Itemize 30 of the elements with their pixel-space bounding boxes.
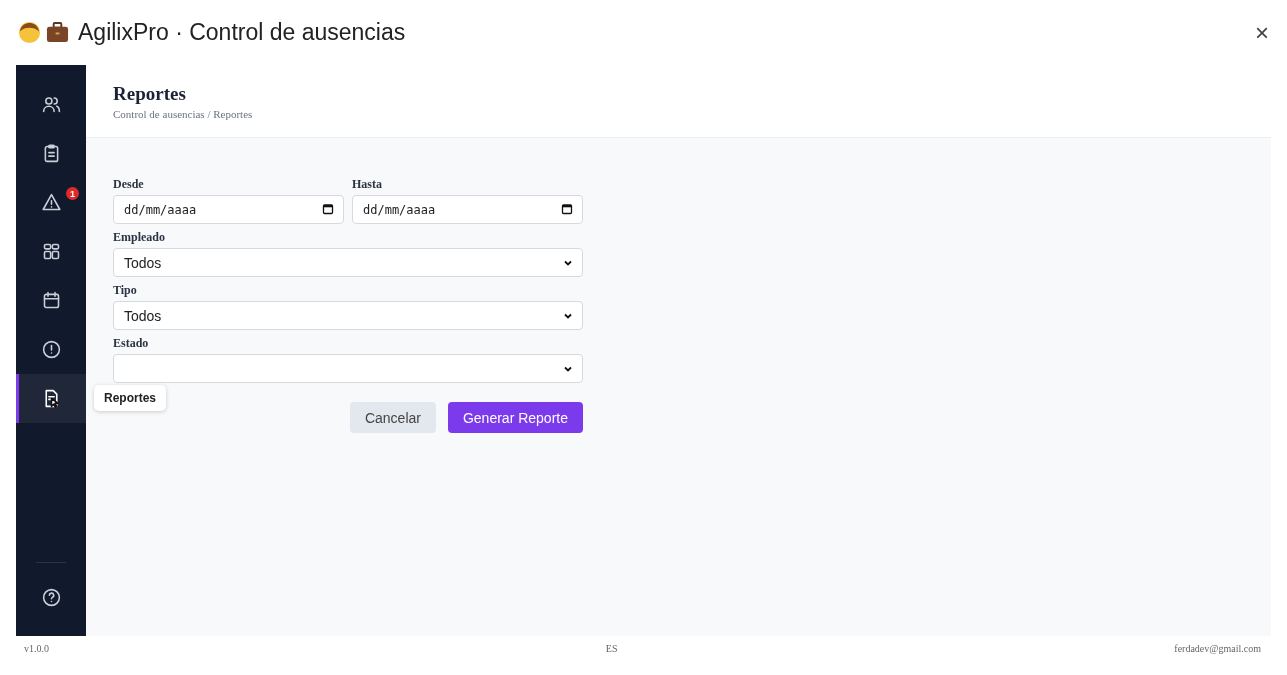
tooltip: Reportes [94, 385, 166, 411]
breadcrumb: Control de ausencias / Reportes [113, 108, 254, 120]
users-icon [40, 94, 62, 115]
generate-report-button[interactable]: Generar Reporte [447, 402, 583, 433]
field-label: Estado [113, 336, 150, 351]
field-label: Desde [113, 177, 145, 192]
window-title: AgilixPro · Control de ausencias [78, 19, 406, 46]
date-field[interactable]: dd/mm/aaaa [113, 195, 344, 224]
field-label: Hasta [352, 177, 383, 192]
version-text: v1.0.0 [24, 642, 49, 654]
help-icon [40, 587, 62, 608]
page-title: Reportes [113, 83, 187, 105]
face-icon [18, 21, 41, 44]
alert-icon [40, 192, 62, 213]
field-label: Empleado [113, 230, 166, 245]
sidebar-item[interactable]: 1 [16, 178, 86, 227]
dropdown-field[interactable]: Todos [113, 248, 583, 277]
info-icon [40, 339, 62, 360]
date-field[interactable]: dd/mm/aaaa [352, 195, 583, 224]
cancel-button[interactable]: Cancelar [349, 402, 436, 433]
briefcase-icon [46, 21, 69, 44]
notification-badge: 1 [66, 187, 79, 200]
user-email: ferdadev@gmail.com [1174, 642, 1261, 654]
language-text: ES [605, 642, 618, 654]
dropdown-field[interactable] [113, 354, 583, 383]
close-button[interactable]: × [1253, 18, 1271, 47]
calendar-icon [561, 203, 573, 215]
dropdown-field[interactable]: Todos [113, 301, 583, 330]
field-label: Tipo [113, 283, 138, 298]
calendar-icon [322, 203, 334, 215]
